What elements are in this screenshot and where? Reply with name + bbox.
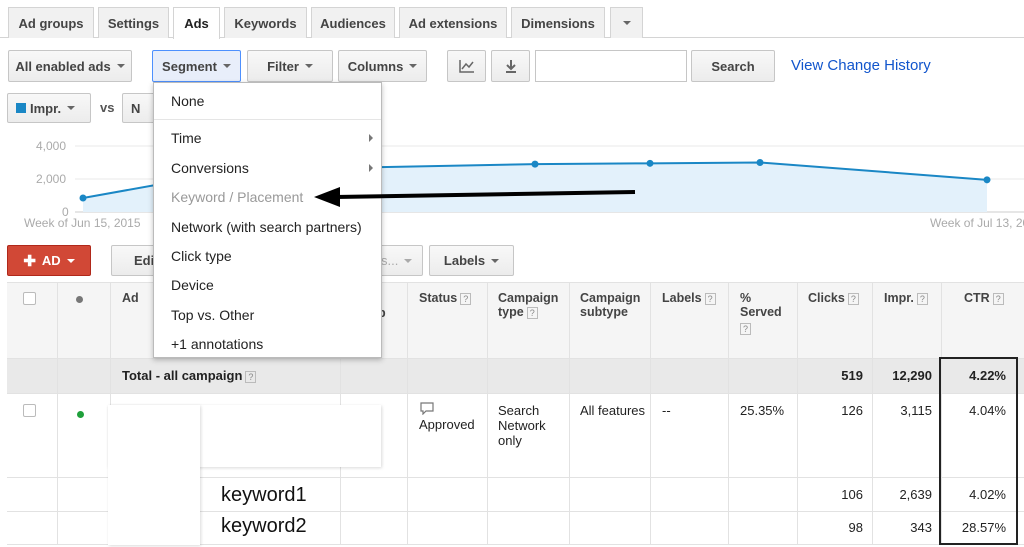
row1-status: Approved <box>419 417 475 432</box>
col-divider <box>569 282 570 545</box>
status-dot-icon <box>76 296 83 303</box>
header-campaign-subtype[interactable]: Campaign subtype <box>580 291 648 319</box>
header-labels-label: Labels <box>662 291 702 305</box>
col-divider <box>728 282 729 545</box>
segment-menu-item-network[interactable]: Network (with search partners) <box>171 219 362 235</box>
chevron-down-icon <box>66 258 75 263</box>
redacted-ad-block-lower <box>108 405 200 545</box>
segment-menu-item-click-type[interactable]: Click type <box>171 248 232 264</box>
help-icon[interactable]: ? <box>704 292 716 305</box>
header-labels[interactable]: Labels? <box>662 291 716 305</box>
header-ad[interactable]: Ad <box>122 291 139 305</box>
row3-impr: 343 <box>910 520 932 535</box>
time-label: Time <box>171 130 202 146</box>
segment-menu-item-time[interactable]: Time <box>171 130 381 146</box>
enabled-status-dot-icon <box>77 411 84 418</box>
chevron-down-icon <box>491 258 500 263</box>
chevron-right-icon <box>369 134 373 142</box>
help-icon[interactable]: ? <box>526 306 538 319</box>
col-divider <box>650 282 651 545</box>
row1-served: 25.35% <box>740 403 785 418</box>
data-point[interactable] <box>983 176 991 184</box>
labels-button[interactable]: Labels <box>429 245 514 276</box>
data-point[interactable] <box>531 160 539 168</box>
menu-divider <box>154 119 381 120</box>
speech-bubble-icon <box>420 402 434 418</box>
chevron-right-icon <box>369 164 373 172</box>
total-label-text: Total - all campaign <box>122 368 243 383</box>
segment-menu-item-conversions[interactable]: Conversions <box>171 160 381 176</box>
col-divider <box>407 282 408 545</box>
header-status-label: Status <box>419 291 458 305</box>
row-checkbox[interactable] <box>23 404 36 417</box>
total-row-label: Total - all campaign? <box>122 368 257 383</box>
plus-icon: ✚ <box>23 252 36 270</box>
header-clicks[interactable]: Clicks? <box>808 291 859 305</box>
chevron-down-icon <box>404 258 413 263</box>
segment-menu-item-none[interactable]: None <box>171 93 204 109</box>
row1-campaign-subtype: All features <box>580 403 646 418</box>
conversions-label: Conversions <box>171 160 249 176</box>
add-ad-label: AD <box>41 253 61 268</box>
row1-labels: -- <box>662 403 671 418</box>
header-impr-label: Impr. <box>884 291 914 305</box>
help-icon[interactable]: ? <box>245 370 257 383</box>
header-ctr-label: CTR <box>964 291 990 305</box>
row1-campaign-type: Search Network only <box>498 403 546 448</box>
data-point[interactable] <box>646 159 654 167</box>
segment-menu-item-keyword-placement: Keyword / Placement <box>171 189 304 205</box>
row2-keyword: keyword1 <box>221 484 307 506</box>
col-divider <box>57 282 58 545</box>
hidden-dropdown-label: s... <box>381 253 399 268</box>
help-icon[interactable]: ? <box>916 292 928 305</box>
help-icon[interactable]: ? <box>740 323 752 335</box>
row2-impr: 2,639 <box>899 487 932 502</box>
col-divider <box>487 282 488 545</box>
help-icon[interactable]: ? <box>992 292 1004 305</box>
header-clicks-label: Clicks <box>808 291 845 305</box>
header-ctr[interactable]: CTR? <box>964 291 1004 305</box>
segment-menu-item-plus1-annotations[interactable]: +1 annotations <box>171 336 263 352</box>
header-served-label: % Served <box>740 291 782 319</box>
total-clicks: 519 <box>841 368 863 383</box>
edit-button[interactable]: Edi <box>111 245 159 276</box>
header-impr[interactable]: Impr.? <box>884 291 928 305</box>
help-icon[interactable]: ? <box>460 292 472 305</box>
segment-menu-item-top-vs-other[interactable]: Top vs. Other <box>171 307 254 323</box>
ctr-highlight-box <box>939 357 1018 545</box>
add-ad-button[interactable]: ✚ AD <box>7 245 91 276</box>
data-point[interactable] <box>79 194 87 202</box>
header-campaign-type[interactable]: Campaign type? <box>498 291 566 319</box>
row1-clicks: 126 <box>841 403 863 418</box>
row3-clicks: 98 <box>848 520 863 535</box>
annotation-arrow-icon <box>314 187 636 207</box>
hidden-dropdown[interactable]: s... <box>376 245 423 276</box>
header-status[interactable]: Status? <box>419 291 472 305</box>
row2-clicks: 106 <box>841 487 863 502</box>
segment-menu: None Time Conversions Keyword / Placemen… <box>153 82 382 358</box>
row3-keyword: keyword2 <box>221 515 307 537</box>
header-served[interactable]: % Served? <box>740 291 790 335</box>
help-icon[interactable]: ? <box>847 292 859 305</box>
select-all-checkbox[interactable] <box>23 292 36 305</box>
data-point[interactable] <box>756 159 764 166</box>
row1-impr: 3,115 <box>900 403 932 418</box>
total-impr: 12,290 <box>892 368 932 383</box>
segment-menu-item-device[interactable]: Device <box>171 277 214 293</box>
labels-label: Labels <box>443 253 486 268</box>
